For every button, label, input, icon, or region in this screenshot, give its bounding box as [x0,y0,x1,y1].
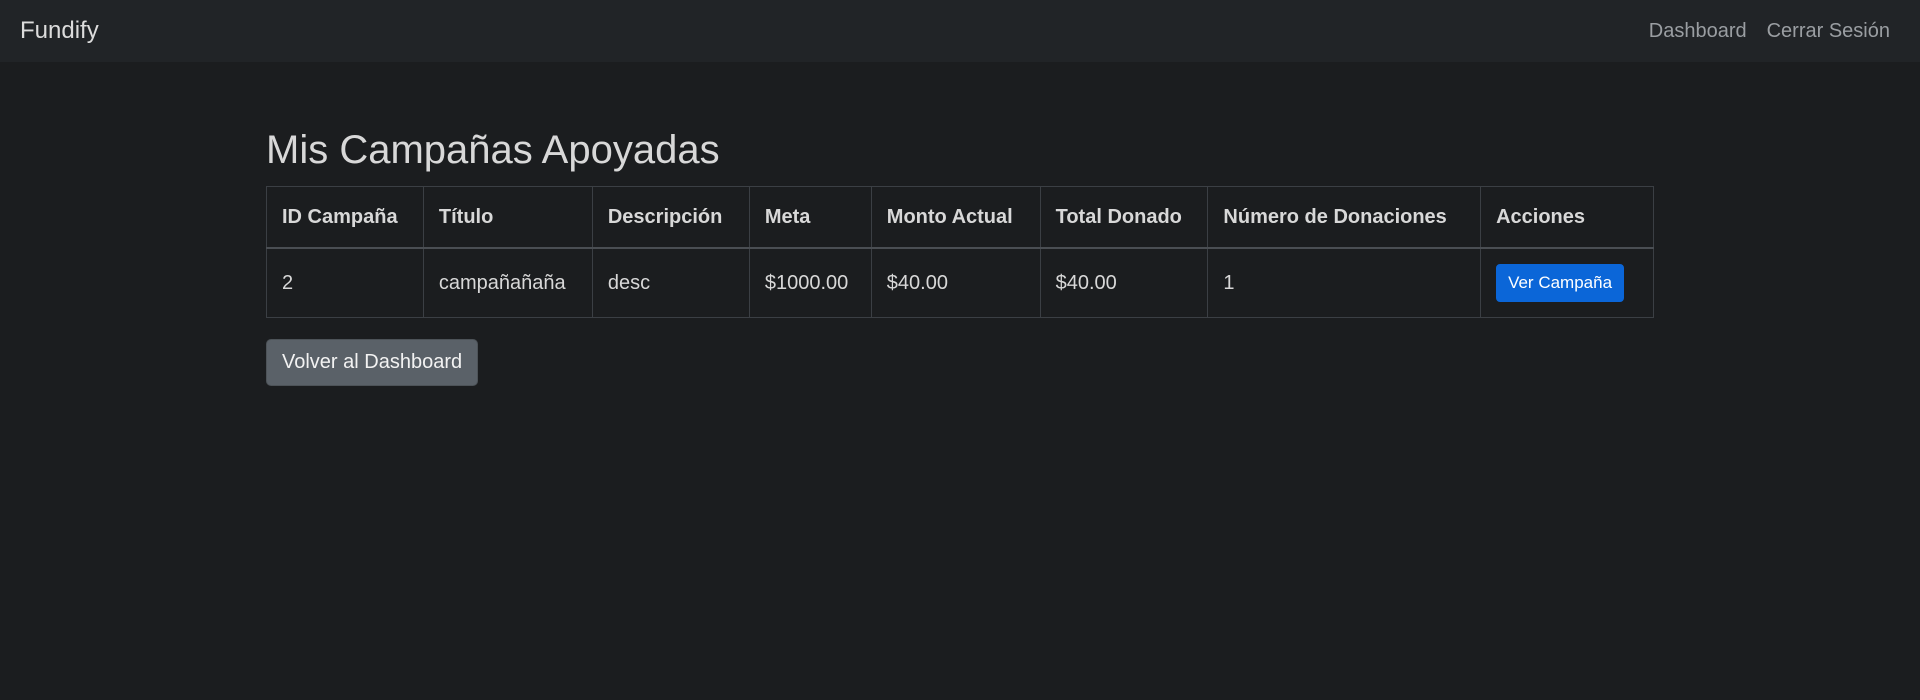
cell-total-donated: $40.00 [1039,247,1209,318]
cell-id: 2 [266,247,424,318]
back-to-dashboard-button[interactable]: Volver al Dashboard [266,339,479,386]
column-header-id: ID Campaña [266,186,424,249]
nav-links: Dashboard Cerrar Sesión [1649,20,1890,43]
column-header-actions: Acciones [1480,186,1654,249]
column-header-donations-count: Número de Donaciones [1207,186,1482,249]
column-header-goal: Meta [748,186,872,249]
table-header-row: ID Campaña Título Descripción Meta Monto… [266,186,1654,249]
cell-goal: $1000.00 [748,247,872,318]
brand-logo[interactable]: Fundify [20,17,99,45]
cell-actions: Ver Campaña [1480,247,1654,318]
column-header-current-amount: Monto Actual [870,186,1041,249]
table-row: 2 campañañaña desc $1000.00 $40.00 $40.0… [266,247,1654,318]
supported-campaigns-table: ID Campaña Título Descripción Meta Monto… [266,186,1654,318]
main-content: Mis Campañas Apoyadas ID Campaña Título … [266,126,1654,386]
cell-current-amount: $40.00 [870,247,1041,318]
column-header-description: Descripción [591,186,750,249]
view-campaign-button[interactable]: Ver Campaña [1496,264,1625,302]
navbar: Fundify Dashboard Cerrar Sesión [0,0,1920,62]
column-header-total-donated: Total Donado [1039,186,1209,249]
cell-title: campañañaña [422,247,593,318]
cell-donations-count: 1 [1207,247,1482,318]
page-title: Mis Campañas Apoyadas [266,128,720,172]
cell-description: desc [591,247,750,318]
nav-link-logout[interactable]: Cerrar Sesión [1767,20,1890,43]
nav-link-dashboard[interactable]: Dashboard [1649,20,1747,43]
column-header-title: Título [422,186,593,249]
